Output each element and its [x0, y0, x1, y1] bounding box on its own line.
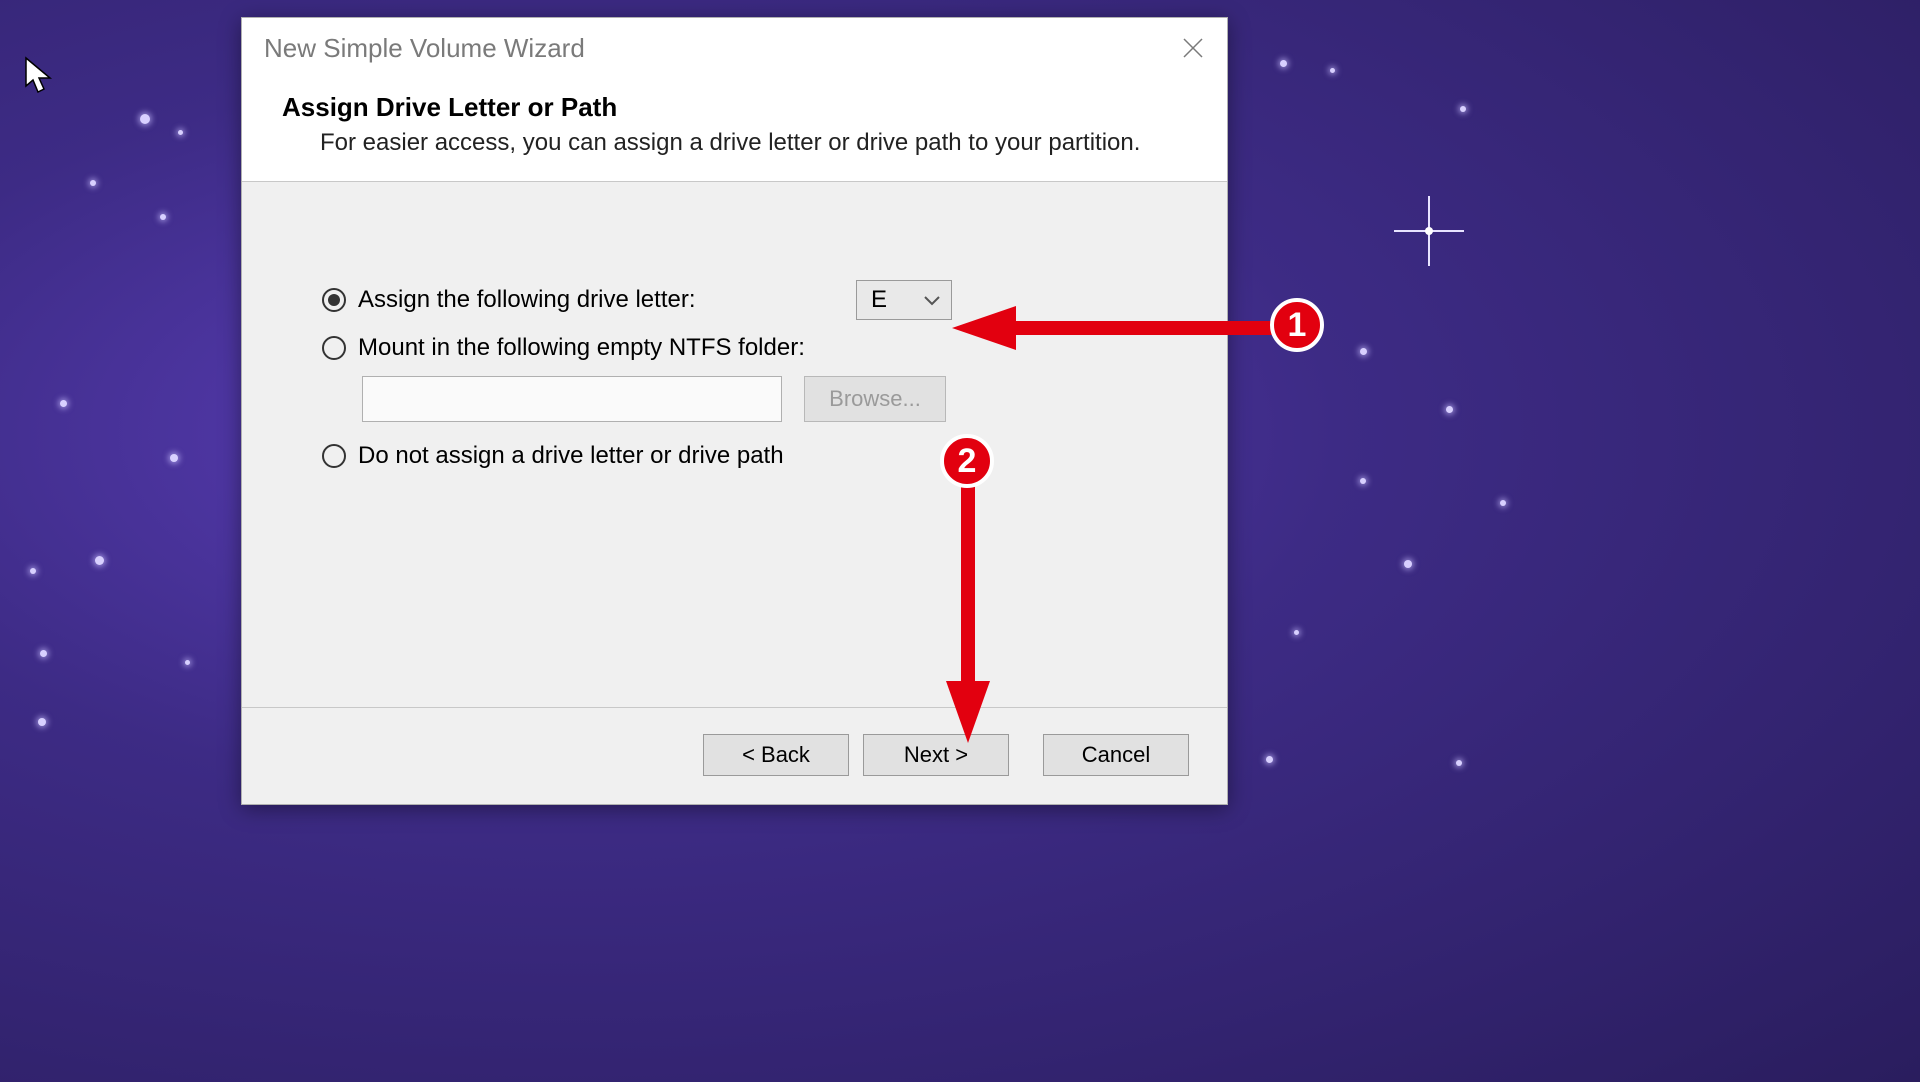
browse-button: Browse...	[804, 376, 946, 422]
close-icon	[1182, 37, 1204, 59]
page-subheading: For easier access, you can assign a driv…	[282, 129, 1205, 157]
footer-buttons: < Back Next > Cancel	[242, 707, 1227, 804]
back-button[interactable]: < Back	[703, 734, 849, 776]
mount-path-input[interactable]	[362, 376, 782, 422]
wizard-dialog: New Simple Volume Wizard Assign Drive Le…	[241, 17, 1228, 805]
drive-letter-value: E	[871, 286, 887, 314]
radio-mount-folder[interactable]	[322, 336, 346, 360]
annotation-arrow-1	[952, 302, 1282, 359]
header-section: Assign Drive Letter or Path For easier a…	[242, 74, 1227, 182]
option-assign-letter-label: Assign the following drive letter:	[358, 286, 696, 314]
page-heading: Assign Drive Letter or Path	[282, 92, 1205, 123]
annotation-badge-2: 2	[940, 434, 994, 488]
cursor-pointer-icon	[24, 56, 56, 101]
radio-assign-letter[interactable]	[322, 288, 346, 312]
radio-no-assign[interactable]	[322, 444, 346, 468]
cancel-button[interactable]: Cancel	[1043, 734, 1189, 776]
option-none-row: Do not assign a drive letter or drive pa…	[322, 442, 1167, 470]
option-assign-letter-row: Assign the following drive letter: E	[322, 280, 952, 320]
option-no-assign-label: Do not assign a drive letter or drive pa…	[358, 442, 784, 470]
close-button[interactable]	[1177, 32, 1209, 64]
dialog-title: New Simple Volume Wizard	[264, 33, 585, 64]
drive-letter-select[interactable]: E	[856, 280, 952, 320]
chevron-down-icon	[923, 294, 941, 306]
option-mount-folder-label: Mount in the following empty NTFS folder…	[358, 334, 805, 362]
body-section: Assign the following drive letter: E Mou…	[242, 182, 1227, 707]
annotation-badge-1: 1	[1270, 298, 1324, 352]
annotation-arrow-2	[938, 485, 998, 750]
titlebar: New Simple Volume Wizard	[242, 18, 1227, 74]
